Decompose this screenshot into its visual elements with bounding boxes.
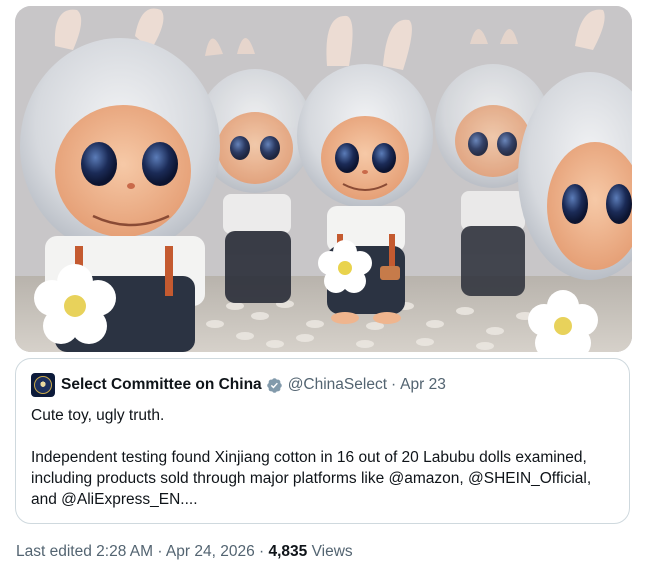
author-handle[interactable]: @ChinaSelect: [288, 376, 387, 394]
quoted-tweet-text: Cute toy, ugly truth. Independent testin…: [31, 407, 592, 508]
labubu-dolls-image: [15, 6, 632, 352]
tweet-photo[interactable]: [15, 6, 632, 352]
quoted-tweet-header: Select Committee on China @ChinaSelect ·…: [31, 373, 446, 397]
quoted-tweet-card[interactable]: Select Committee on China @ChinaSelect ·…: [15, 358, 630, 524]
avatar[interactable]: [31, 373, 55, 397]
verified-badge-icon: [266, 377, 282, 393]
author-name[interactable]: Select Committee on China: [61, 376, 262, 394]
meta-separator: ·: [259, 543, 265, 560]
tweet-date[interactable]: Apr 23: [400, 376, 446, 394]
views-label: Views: [311, 543, 353, 560]
committee-seal-icon: [34, 376, 52, 394]
last-edited-link[interactable]: Last edited 2:28 AM · Apr 24, 2026: [16, 543, 255, 560]
views-count: 4,835: [268, 543, 308, 560]
header-separator: ·: [391, 376, 397, 393]
tweet-detail: Select Committee on China @ChinaSelect ·…: [0, 0, 651, 582]
tweet-meta: Last edited 2:28 AM · Apr 24, 2026 · 4,8…: [16, 543, 353, 561]
